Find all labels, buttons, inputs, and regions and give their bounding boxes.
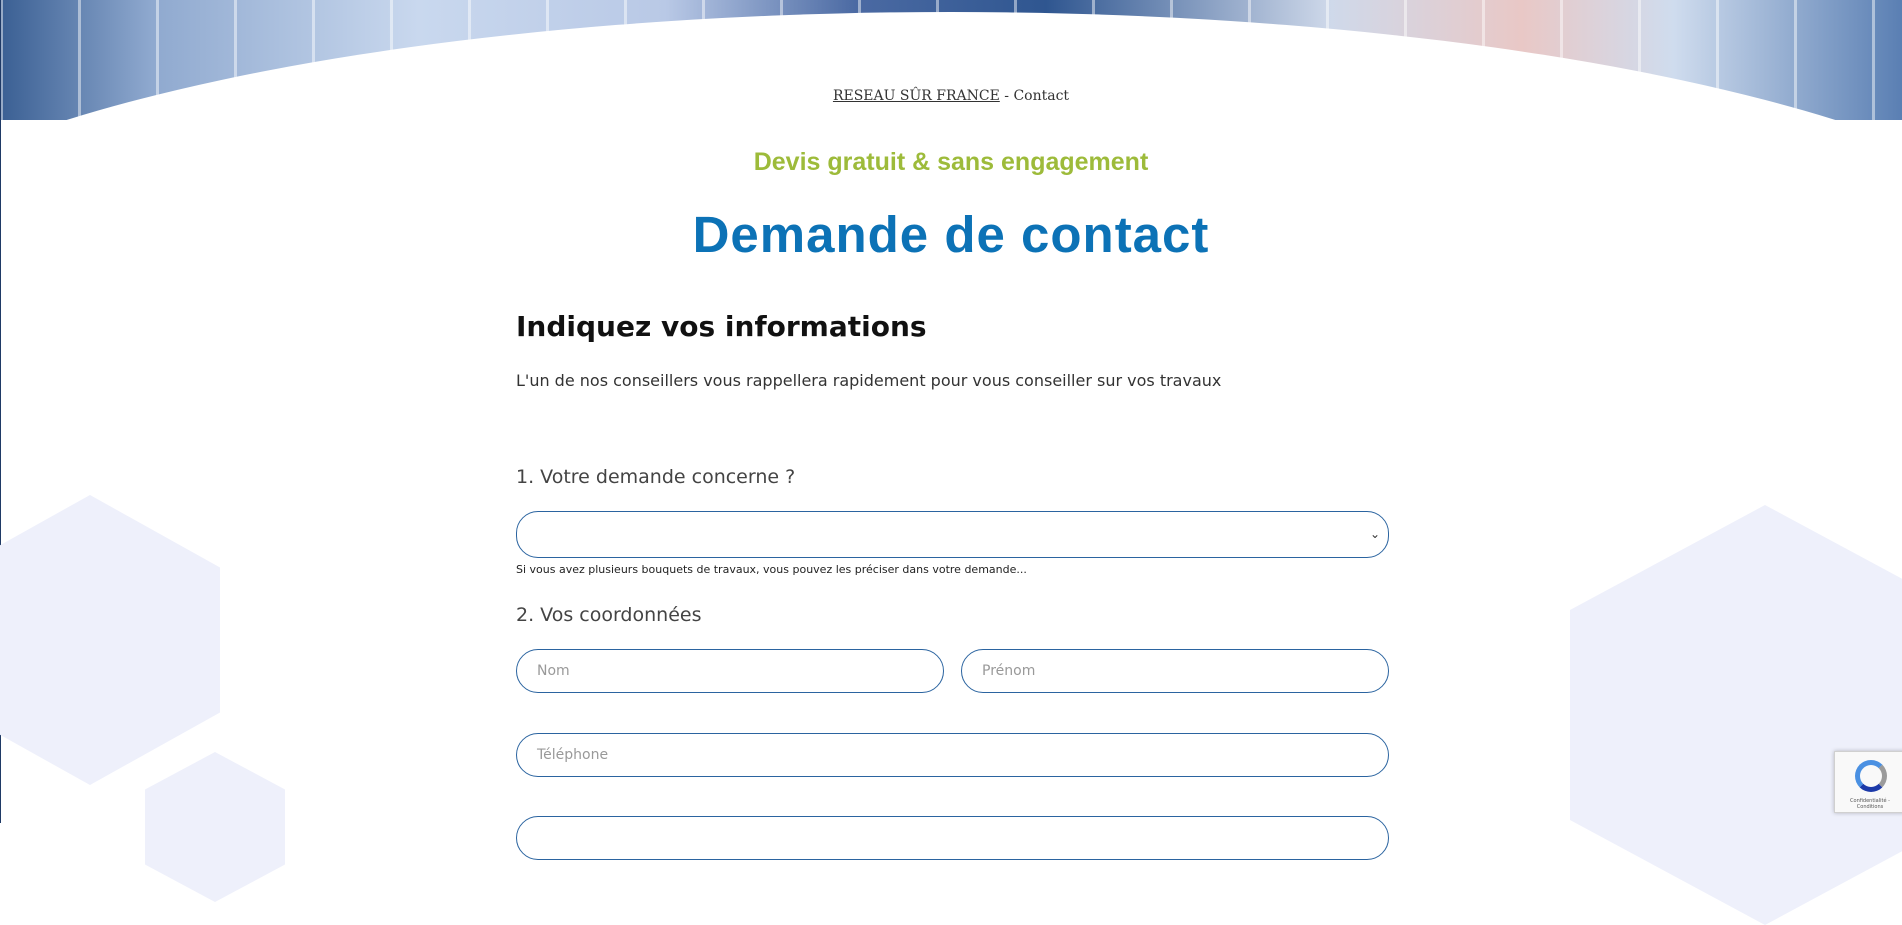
recaptcha-icon: [1855, 760, 1887, 792]
telephone-input[interactable]: Téléphone: [516, 733, 1389, 777]
form-heading: Indiquez vos informations: [516, 310, 927, 343]
breadcrumb-current: Contact: [1013, 88, 1070, 104]
decorative-hexagon: [1570, 505, 1902, 925]
page-title: Demande de contact: [692, 206, 1210, 263]
chevron-down-icon: ⌄: [1369, 527, 1380, 541]
page-subtitle: Devis gratuit & sans engagement: [753, 148, 1149, 176]
breadcrumb-separator: -: [999, 88, 1014, 104]
question-2-label: 2. Vos coordonnées: [516, 604, 702, 626]
recaptcha-badge[interactable]: Confidentialité - Conditions: [1834, 751, 1902, 813]
decorative-hexagon: [145, 752, 285, 902]
decorative-hexagon: [0, 495, 220, 785]
breadcrumb-home-link[interactable]: RESEAU SÛR FRANCE: [833, 88, 1000, 104]
breadcrumb: RESEAU SÛR FRANCE - Contact: [0, 88, 1902, 104]
form-intro: L'un de nos conseillers vous rappellera …: [516, 371, 1222, 390]
select-helper-text: Si vous avez plusieurs bouquets de trava…: [516, 563, 1027, 576]
request-type-select[interactable]: ⌄: [516, 511, 1389, 558]
nom-input[interactable]: Nom: [516, 649, 944, 693]
recaptcha-links[interactable]: Confidentialité - Conditions: [1837, 798, 1902, 810]
question-1-label: 1. Votre demande concerne ?: [516, 466, 796, 488]
prenom-input[interactable]: Prénom: [961, 649, 1389, 693]
